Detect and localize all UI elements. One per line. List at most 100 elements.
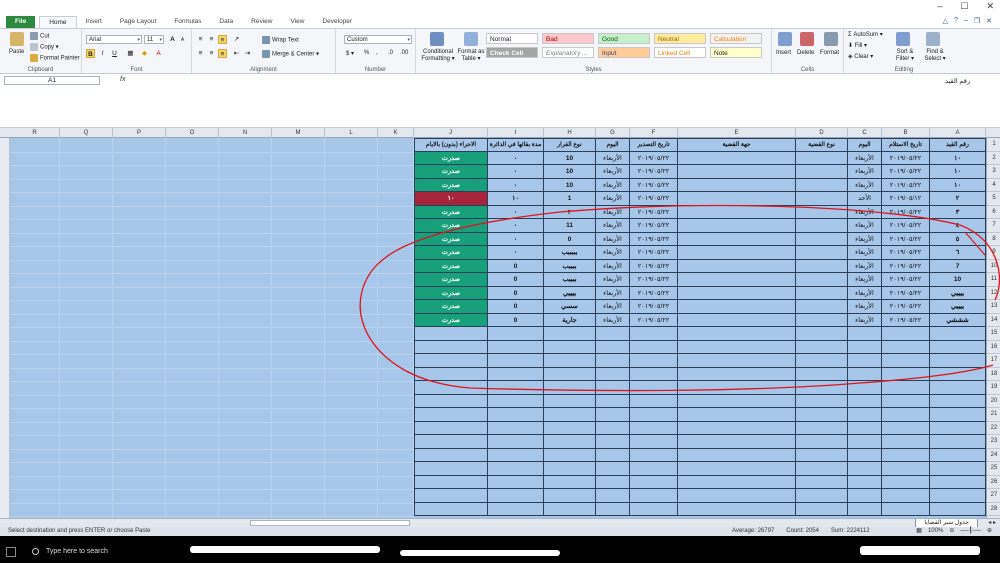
empty-cell[interactable]	[796, 340, 848, 354]
empty-cell[interactable]	[796, 367, 848, 381]
table-cell[interactable]	[678, 246, 796, 260]
table-header[interactable]: نوع القرار	[544, 138, 596, 152]
table-cell[interactable]: 10	[930, 273, 986, 287]
table-cell[interactable]: ٢٠١٩/٠٥/٢٢	[630, 192, 678, 206]
column-header-e[interactable]: E	[678, 128, 796, 138]
empty-cell[interactable]	[848, 502, 882, 516]
window-restore-icon[interactable]: ❐	[974, 17, 980, 25]
table-cell[interactable]: صدرت	[414, 178, 488, 192]
empty-cell[interactable]	[596, 462, 630, 476]
table-cell[interactable]: ٢٠١٩/٠٥/٢٢	[882, 259, 930, 273]
empty-cell[interactable]	[488, 462, 544, 476]
tab-developer[interactable]: Developer	[313, 16, 361, 28]
formula-input[interactable]: رقم القيد	[945, 77, 970, 85]
empty-cell[interactable]	[630, 421, 678, 435]
table-header[interactable]: رقم القيد	[930, 138, 986, 152]
table-cell[interactable]: صدرت	[414, 165, 488, 179]
table-cell[interactable]: الأربعاء	[596, 151, 630, 165]
empty-cell[interactable]	[882, 367, 930, 381]
tab-file[interactable]: File	[6, 16, 36, 28]
table-cell[interactable]: ٠	[488, 151, 544, 165]
close-button[interactable]: ✕	[986, 1, 994, 12]
empty-cell[interactable]	[930, 448, 986, 462]
format-button[interactable]: Format	[820, 50, 839, 56]
table-cell[interactable]: ٢٠١٩/٠٥/٢٢	[630, 286, 678, 300]
borders-icon[interactable]: ▦	[126, 49, 135, 58]
empty-cell[interactable]	[678, 354, 796, 368]
column-header-d[interactable]: D	[796, 128, 848, 138]
empty-cell[interactable]	[630, 408, 678, 422]
cell-style-bad[interactable]: Bad	[542, 33, 594, 44]
empty-cell[interactable]	[796, 475, 848, 489]
empty-cell[interactable]	[630, 502, 678, 516]
table-cell[interactable]: صدرت	[414, 313, 488, 327]
sheet-nav-icon[interactable]: ◂ ▸	[988, 519, 996, 526]
cell-style-input[interactable]: Input	[598, 47, 650, 58]
empty-cell[interactable]	[596, 408, 630, 422]
table-cell[interactable]: ١٠	[930, 165, 986, 179]
table-cell[interactable]: 7	[930, 259, 986, 273]
conditional-formatting-button[interactable]: Conditional Formatting ▾	[420, 49, 456, 63]
table-cell[interactable]: الأربعاء	[848, 219, 882, 233]
table-cell[interactable]: ٢٠١٩/٠٥/٢٢	[630, 246, 678, 260]
empty-cell[interactable]	[796, 448, 848, 462]
table-cell[interactable]: ٢٠١٩/٠٥/٢٢	[630, 151, 678, 165]
empty-cell[interactable]	[488, 394, 544, 408]
format-table-button[interactable]: Format as Table ▾	[456, 49, 486, 63]
help-icon[interactable]: ?	[954, 17, 958, 25]
empty-cell[interactable]	[414, 381, 488, 395]
empty-cell[interactable]	[796, 462, 848, 476]
table-cell[interactable]: الأربعاء	[596, 273, 630, 287]
row-header[interactable]: 26	[987, 476, 1000, 489]
column-header-m[interactable]: M	[272, 128, 325, 138]
row-header[interactable]: 5	[987, 192, 1000, 206]
empty-cell[interactable]	[596, 475, 630, 489]
empty-cell[interactable]	[930, 381, 986, 395]
table-cell[interactable]: صدرت	[414, 259, 488, 273]
horizontal-scrollbar[interactable]	[250, 520, 410, 526]
empty-cell[interactable]	[544, 489, 596, 503]
row-header[interactable]: 1	[987, 138, 1000, 152]
table-cell[interactable]: ٢٠١٩/٠٥/٢٢	[630, 259, 678, 273]
table-cell[interactable]: ٢٠١٩/٠٥/٢٢	[630, 178, 678, 192]
row-header[interactable]: 13	[987, 300, 1000, 314]
empty-cell[interactable]	[544, 354, 596, 368]
empty-cell[interactable]	[796, 502, 848, 516]
table-header[interactable]: اليوم	[848, 138, 882, 152]
empty-cell[interactable]	[796, 327, 848, 341]
empty-cell[interactable]	[414, 489, 488, 503]
tab-review[interactable]: Review	[242, 16, 281, 28]
empty-cell[interactable]	[678, 448, 796, 462]
column-header-i[interactable]: I	[488, 128, 544, 138]
table-cell[interactable]: الأربعاء	[596, 205, 630, 219]
table-cell[interactable]	[678, 286, 796, 300]
table-cell[interactable]: ٤	[930, 219, 986, 233]
empty-cell[interactable]	[596, 381, 630, 395]
decrease-decimal-icon[interactable]: .00	[400, 50, 408, 56]
table-cell[interactable]: ييييي	[930, 286, 986, 300]
normal-view-icon[interactable]: ▦	[916, 527, 922, 536]
empty-cell[interactable]	[678, 367, 796, 381]
empty-cell[interactable]	[882, 408, 930, 422]
empty-cell[interactable]	[678, 327, 796, 341]
table-cell[interactable]: ٢٠١٩/٠٥/٢٢	[630, 205, 678, 219]
empty-cell[interactable]	[796, 354, 848, 368]
empty-cell[interactable]	[544, 394, 596, 408]
table-cell[interactable]	[678, 219, 796, 233]
table-cell[interactable]: ٢٠١٩/٠٥/٢٢	[882, 205, 930, 219]
zoom-in-icon[interactable]: ⊕	[987, 527, 992, 536]
zoom-level[interactable]: 100%	[928, 527, 943, 536]
fill-button[interactable]: ⬇ Fill ▾	[848, 42, 867, 49]
empty-cell[interactable]	[848, 340, 882, 354]
table-cell[interactable]	[678, 259, 796, 273]
empty-cell[interactable]	[678, 340, 796, 354]
empty-cell[interactable]	[796, 489, 848, 503]
align-left-icon[interactable]: ≡	[196, 49, 205, 58]
empty-cell[interactable]	[848, 489, 882, 503]
empty-cell[interactable]	[488, 489, 544, 503]
maximize-button[interactable]: ☐	[960, 1, 968, 12]
table-cell[interactable]: الأربعاء	[848, 273, 882, 287]
empty-cell[interactable]	[848, 354, 882, 368]
column-header-h[interactable]: H	[544, 128, 596, 138]
table-cell[interactable]: ١٠	[488, 192, 544, 206]
